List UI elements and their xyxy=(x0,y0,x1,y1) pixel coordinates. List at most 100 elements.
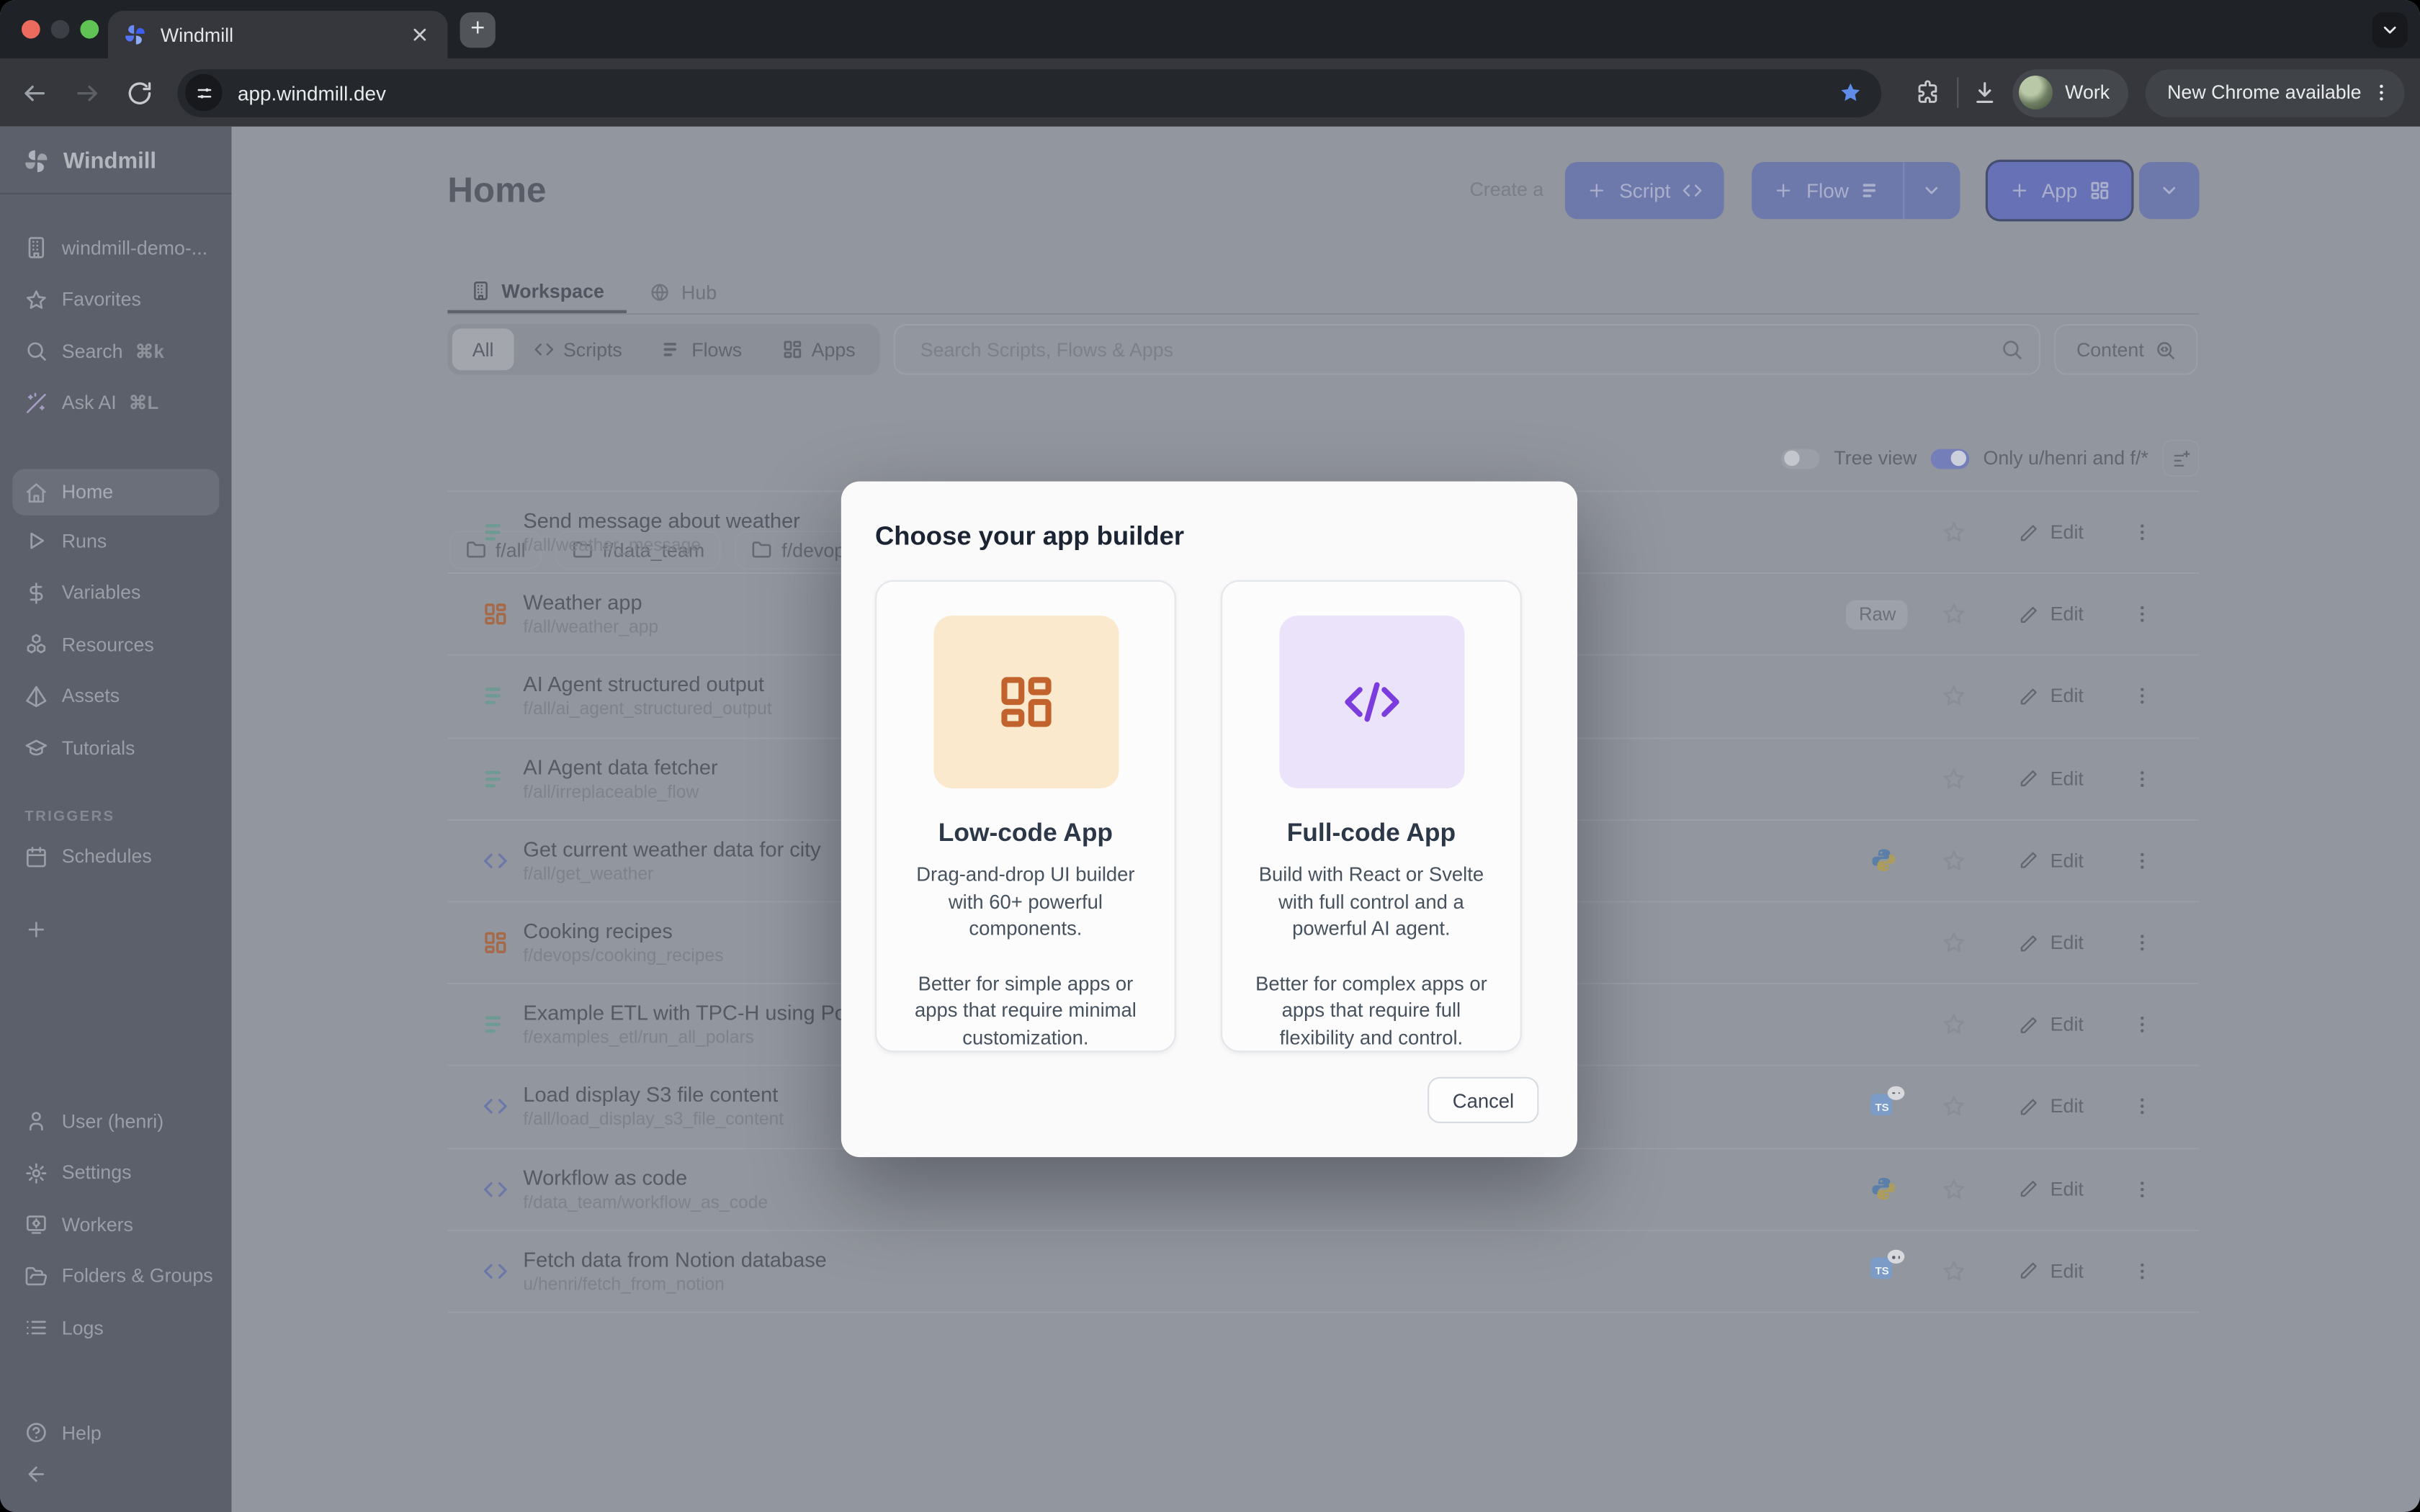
list-item[interactable]: Fetch data from Notion database u/henri/… xyxy=(447,1230,2199,1313)
collapse-sidebar-icon[interactable] xyxy=(24,1462,48,1485)
bookmark-star-icon[interactable] xyxy=(1838,80,1863,104)
sidebar-item-home[interactable]: Home xyxy=(12,469,219,515)
content-search-button[interactable]: Content xyxy=(2055,324,2198,375)
favorite-star-icon[interactable] xyxy=(1942,602,1967,626)
zoom-window-button[interactable] xyxy=(80,20,99,39)
browser-menu-kebab-icon[interactable] xyxy=(2370,82,2392,104)
sidebar-item-logs[interactable]: Logs xyxy=(0,1302,231,1354)
edit-button[interactable]: Edit xyxy=(2020,521,2084,543)
url-text[interactable]: app.windmill.dev xyxy=(238,81,1838,104)
create-script-button[interactable]: Script xyxy=(1565,161,1724,218)
filter-options-button[interactable] xyxy=(2162,440,2199,477)
app-dropdown-chevron[interactable] xyxy=(2139,161,2200,218)
pencil-icon xyxy=(2020,932,2040,953)
favorite-star-icon[interactable] xyxy=(1942,1012,1967,1037)
close-tab-icon[interactable] xyxy=(408,24,432,45)
item-path: f/data_team/workflow_as_code xyxy=(523,1194,768,1212)
sidebar-item-variables[interactable]: Variables xyxy=(0,567,231,619)
search-box[interactable] xyxy=(894,324,2040,375)
edit-button[interactable]: Edit xyxy=(2020,1178,2084,1200)
full-code-app-card[interactable]: Full-code App Build with React or Svelte… xyxy=(1221,580,1522,1053)
tab-hub[interactable]: Hub xyxy=(627,271,740,313)
create-flow-split-button[interactable]: Flow xyxy=(1752,161,1960,218)
profile-chip[interactable]: Work xyxy=(2012,68,2128,116)
edit-button[interactable]: Edit xyxy=(2020,685,2084,707)
edit-button[interactable]: Edit xyxy=(2020,1014,2084,1035)
help-icon xyxy=(24,1421,48,1444)
sidebar-item-help[interactable]: Help xyxy=(0,1407,231,1459)
sidebar-item-resources[interactable]: Resources xyxy=(0,618,231,670)
tab-search-button[interactable] xyxy=(2372,12,2408,48)
favorite-star-icon[interactable] xyxy=(1942,1176,1967,1201)
close-window-button[interactable] xyxy=(22,20,40,39)
extensions-puzzle-icon[interactable] xyxy=(1915,80,1940,104)
item-title: Get current weather data for city xyxy=(523,837,820,860)
minimize-window-button[interactable] xyxy=(51,20,70,39)
only-filter-toggle[interactable] xyxy=(1931,449,1970,469)
edit-button[interactable]: Edit xyxy=(2020,850,2084,871)
favorite-star-icon[interactable] xyxy=(1942,848,1967,873)
kebab-menu-icon[interactable] xyxy=(2131,1178,2153,1200)
browser-tab[interactable]: Windmill xyxy=(108,11,447,58)
segment-all[interactable]: All xyxy=(452,328,514,370)
low-code-app-card[interactable]: Low-code App Drag-and-drop UI builder wi… xyxy=(875,580,1176,1053)
sidebar-item-search[interactable]: Search ⌘k xyxy=(0,325,231,377)
sidebar-item-windmill-demo-[interactable]: windmill-demo-... xyxy=(0,222,231,274)
brand[interactable]: Windmill xyxy=(0,127,231,174)
building-icon xyxy=(471,281,491,301)
sidebar-item-user-henri-[interactable]: User (henri) xyxy=(0,1095,231,1147)
favorite-star-icon[interactable] xyxy=(1942,766,1967,791)
create-app-button[interactable]: App xyxy=(1988,161,2132,218)
favorite-star-icon[interactable] xyxy=(1942,684,1967,708)
kebab-menu-icon[interactable] xyxy=(2131,1260,2153,1282)
forward-icon[interactable] xyxy=(74,79,100,105)
kebab-menu-icon[interactable] xyxy=(2131,850,2153,871)
sidebar-item-folders-groups[interactable]: Folders & Groups xyxy=(0,1251,231,1302)
edit-button[interactable]: Edit xyxy=(2020,932,2084,953)
list-item[interactable]: Workflow as code f/data_team/workflow_as… xyxy=(447,1148,2199,1230)
favorite-star-icon[interactable] xyxy=(1942,930,1967,955)
tab-workspace[interactable]: Workspace xyxy=(447,271,627,313)
segment-apps[interactable]: Apps xyxy=(762,328,876,370)
sidebar-item-runs[interactable]: Runs xyxy=(0,516,231,567)
chrome-update-button[interactable]: New Chrome available xyxy=(2146,68,2404,116)
tree-view-toggle[interactable] xyxy=(1781,449,1820,469)
edit-button[interactable]: Edit xyxy=(2020,1260,2084,1282)
downloads-icon[interactable] xyxy=(1973,80,1997,104)
create-flow-button[interactable]: Flow xyxy=(1752,178,1903,201)
kebab-menu-icon[interactable] xyxy=(2131,685,2153,707)
favorite-star-icon[interactable] xyxy=(1942,1094,1967,1119)
sidebar-item-favorites[interactable]: Favorites xyxy=(0,274,231,325)
new-tab-button[interactable]: + xyxy=(460,12,496,48)
plus-icon xyxy=(2009,180,2030,200)
reload-icon[interactable] xyxy=(127,79,153,105)
favorite-star-icon[interactable] xyxy=(1942,520,1967,544)
segment-scripts[interactable]: Scripts xyxy=(514,328,642,370)
kebab-menu-icon[interactable] xyxy=(2131,932,2153,953)
cancel-button[interactable]: Cancel xyxy=(1428,1077,1538,1123)
sidebar-item-label: Runs xyxy=(62,531,107,552)
sidebar-item-assets[interactable]: Assets xyxy=(0,670,231,722)
sidebar-item-schedules[interactable]: Schedules xyxy=(0,831,231,883)
edit-button[interactable]: Edit xyxy=(2020,1096,2084,1117)
kebab-menu-icon[interactable] xyxy=(2131,521,2153,543)
sidebar-item-ask-ai[interactable]: Ask AI ⌘L xyxy=(0,377,231,429)
address-bar[interactable]: app.windmill.dev xyxy=(177,68,1881,116)
sidebar-item-tutorials[interactable]: Tutorials xyxy=(0,722,231,774)
site-settings-icon[interactable] xyxy=(185,74,222,111)
kebab-menu-icon[interactable] xyxy=(2131,1014,2153,1035)
kebab-menu-icon[interactable] xyxy=(2131,768,2153,789)
search-input[interactable] xyxy=(917,337,2000,361)
favorite-star-icon[interactable] xyxy=(1942,1259,1967,1283)
sidebar-add-button[interactable] xyxy=(0,904,231,956)
edit-label: Edit xyxy=(2051,1096,2084,1117)
sidebar-item-settings[interactable]: Settings xyxy=(0,1147,231,1199)
edit-button[interactable]: Edit xyxy=(2020,768,2084,789)
kebab-menu-icon[interactable] xyxy=(2131,1096,2153,1117)
segment-flows[interactable]: Flows xyxy=(642,328,762,370)
edit-button[interactable]: Edit xyxy=(2020,603,2084,625)
back-icon[interactable] xyxy=(22,79,48,105)
flow-dropdown-chevron[interactable] xyxy=(1903,161,1960,218)
sidebar-item-workers[interactable]: Workers xyxy=(0,1199,231,1251)
kebab-menu-icon[interactable] xyxy=(2131,603,2153,625)
